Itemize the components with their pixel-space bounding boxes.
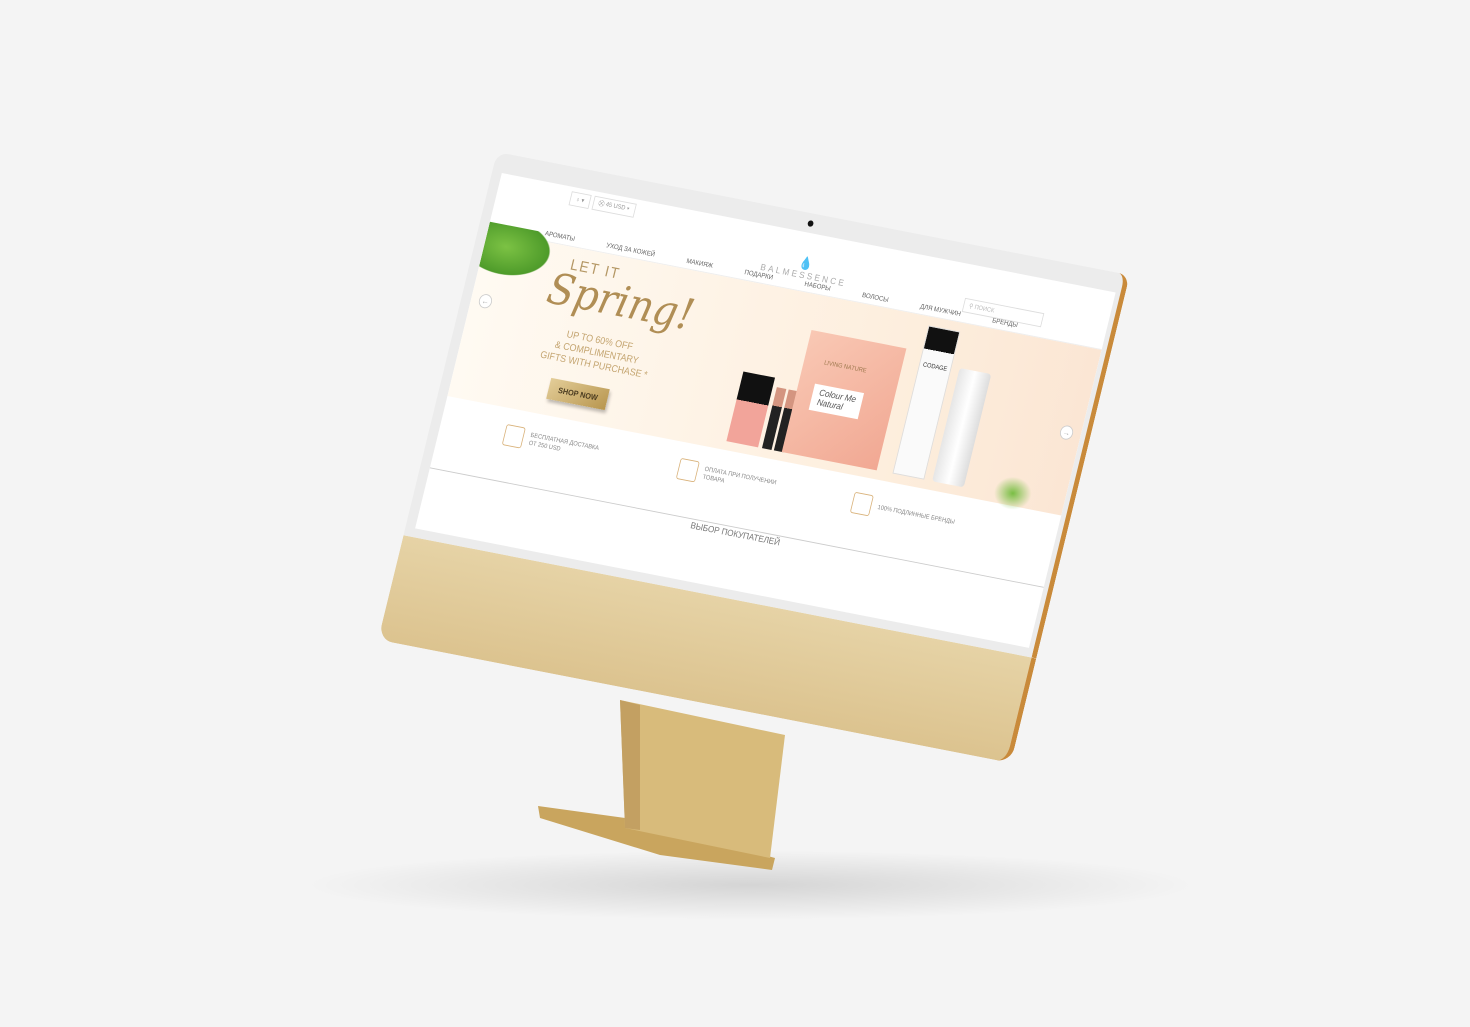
next-slide-button[interactable]: →: [1058, 424, 1075, 441]
account-button[interactable]: ♁ ▾: [568, 191, 592, 209]
prev-slide-button[interactable]: ←: [477, 293, 494, 310]
hero-offer: UP TO 60% OFF & COMPLIMENTARY GIFTS WITH…: [539, 324, 655, 381]
feature-item: 100% ПОДЛИННЫЕ БРЕНДЫ: [849, 491, 957, 533]
camera-icon: [807, 219, 815, 228]
cart-button[interactable]: ⛒ 45 USD ▾: [591, 195, 637, 218]
box-icon: [501, 423, 526, 449]
box-brand: LIVING NATURE: [823, 359, 867, 375]
search-placeholder: ПОИСК: [973, 304, 995, 315]
shop-now-button[interactable]: SHOP NOW: [546, 377, 610, 411]
feature-item: БЕСПЛАТНАЯ ДОСТАВКА ОТ 250 USD: [501, 423, 601, 463]
certificate-icon: [849, 491, 874, 517]
box-card: Colour Me Natural: [808, 383, 865, 420]
gift-box-image: LIVING NATURE Colour Me Natural: [781, 330, 907, 471]
nav-item[interactable]: ВОЛОСЫ: [861, 291, 889, 304]
feature-item: ОПЛАТА ПРИ ПОЛУЧЕНИИ ТОВАРА: [675, 457, 778, 498]
cash-icon: [675, 457, 700, 483]
nav-item[interactable]: МАКИЯЖ: [686, 257, 714, 270]
feature-text: 100% ПОДЛИННЫЕ БРЕНДЫ: [876, 504, 956, 526]
